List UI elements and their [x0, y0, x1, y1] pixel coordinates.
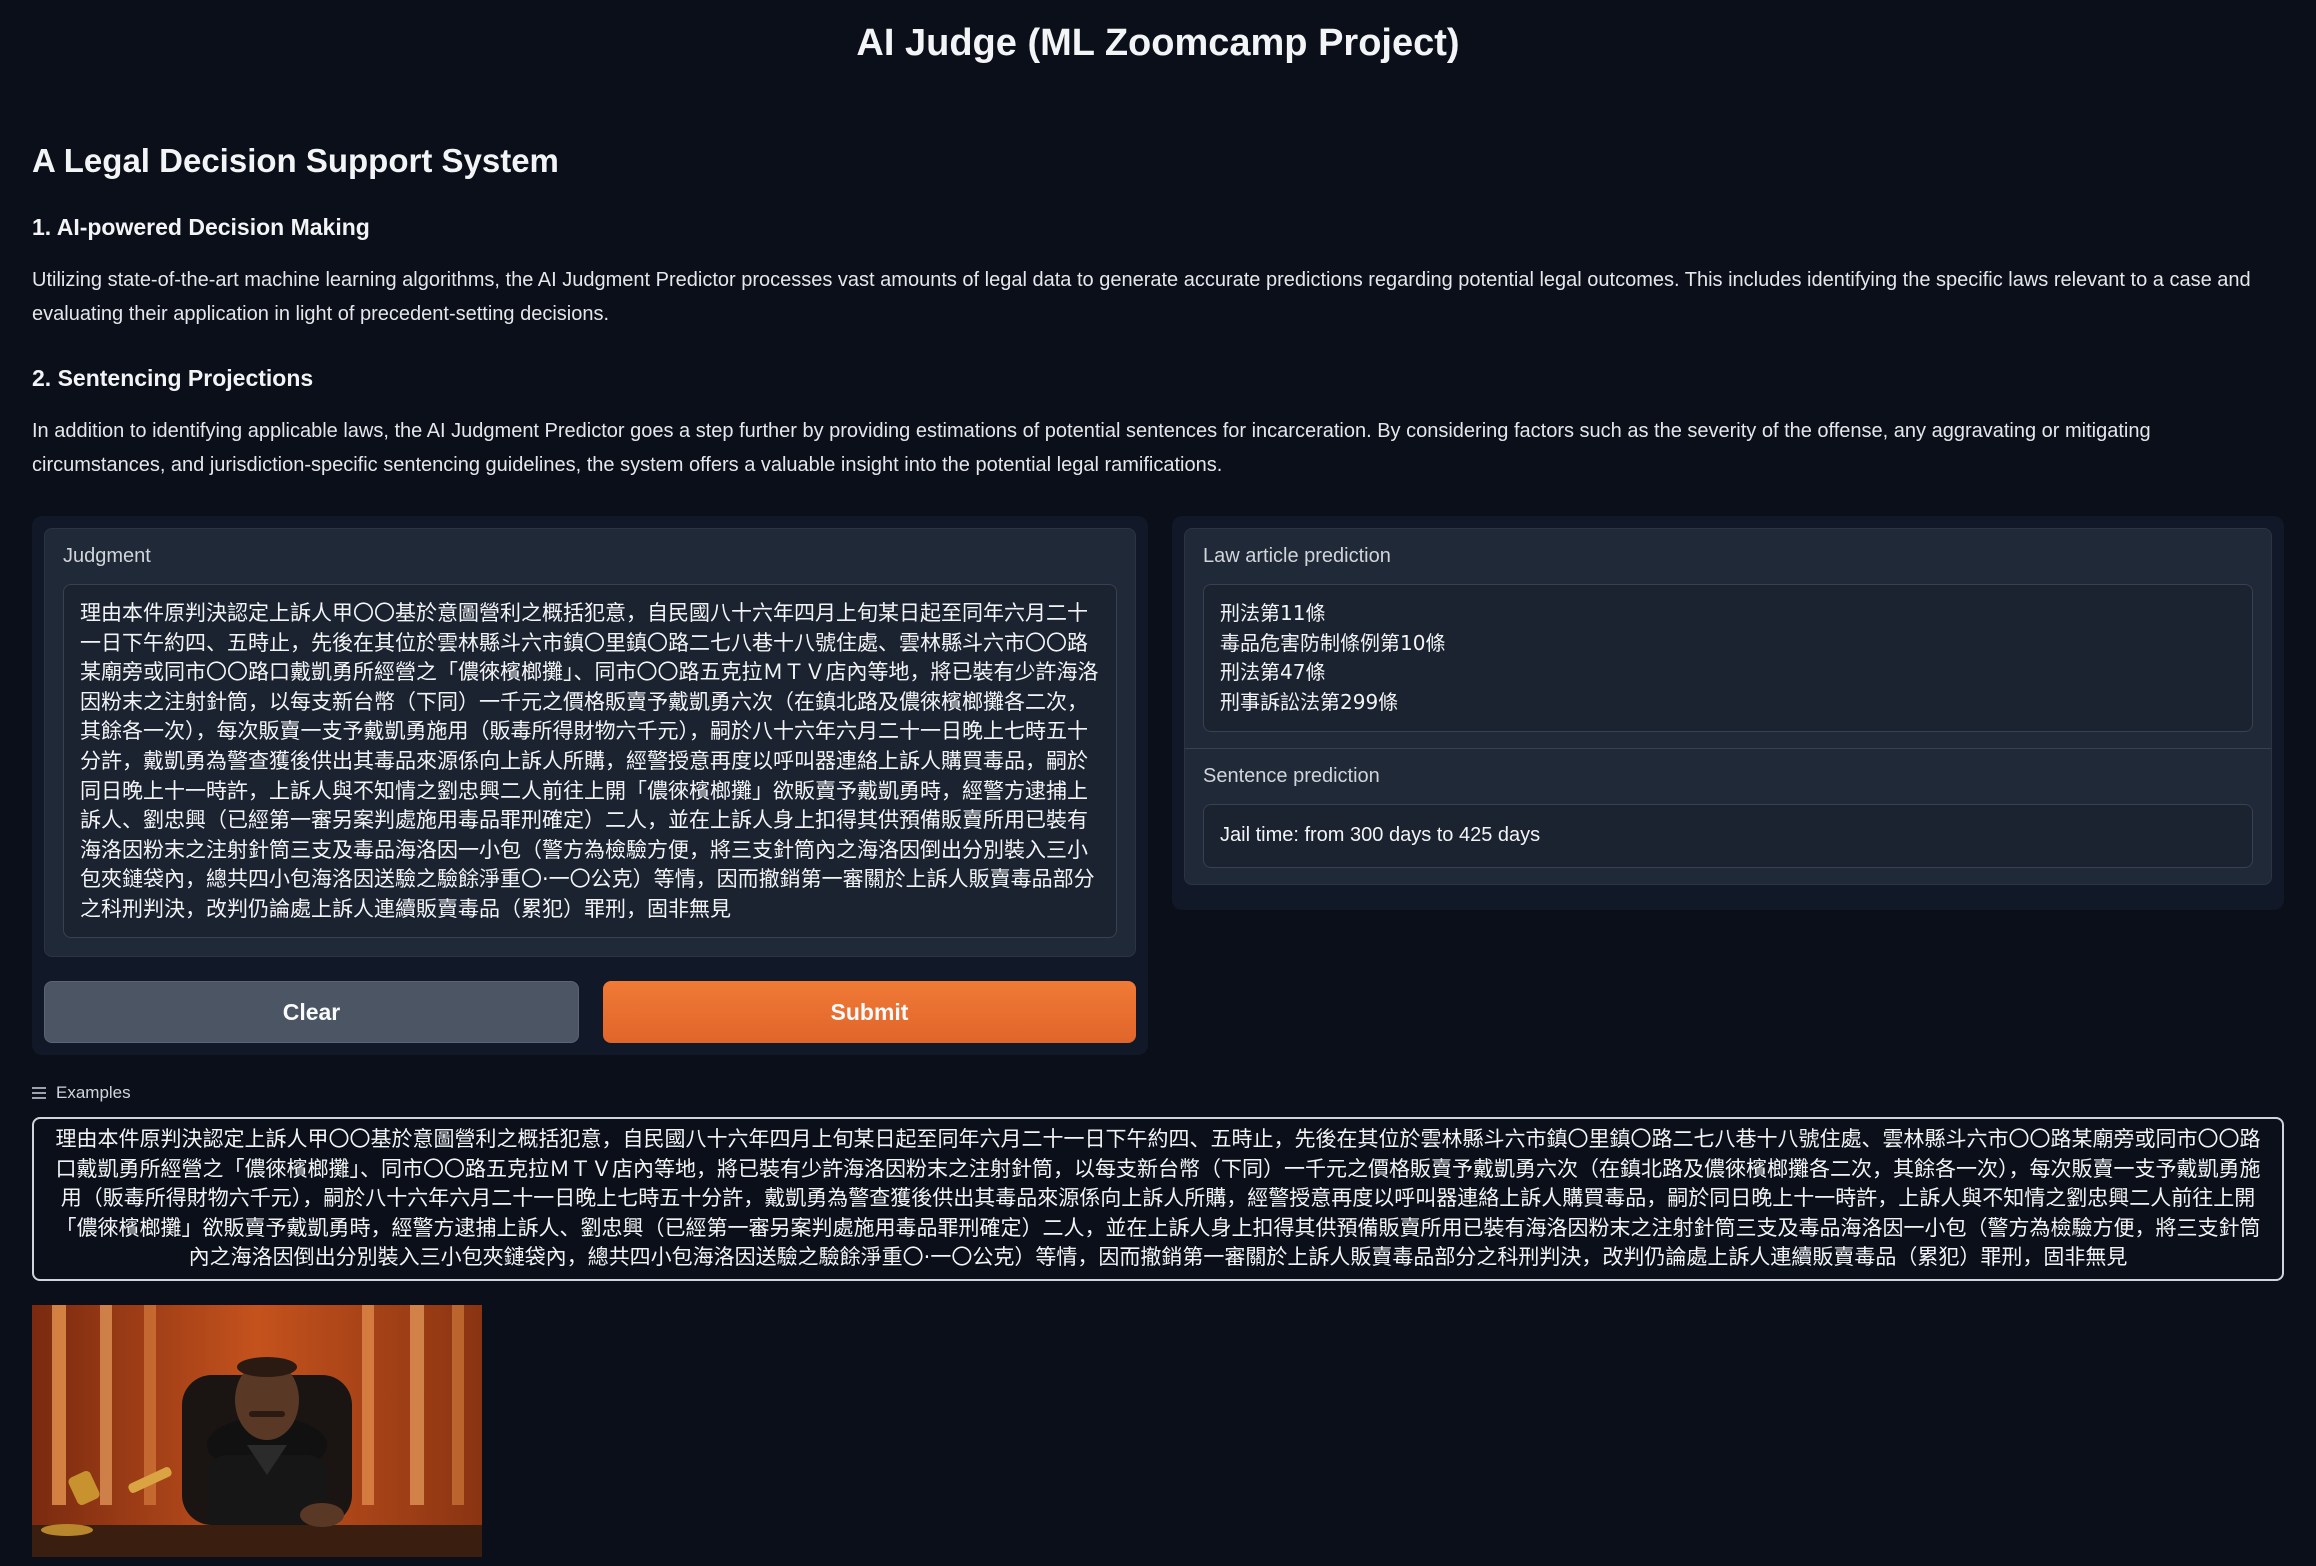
section-heading-sentencing: 2. Sentencing Projections [32, 365, 314, 391]
submit-button[interactable]: Submit [603, 981, 1136, 1043]
judgment-block: Judgment 理由本件原判決認定上訴人甲〇〇基於意圖營利之概括犯意，自民國八… [44, 528, 1136, 957]
sentence-prediction-output[interactable]: Jail time: from 300 days to 425 days [1203, 804, 2253, 868]
judge-image [32, 1304, 482, 1557]
law-line: 毒品危害防制條例第10條 [1220, 630, 1446, 655]
list-icon [32, 1086, 48, 1100]
input-panel: Judgment 理由本件原判決認定上訴人甲〇〇基於意圖營利之概括犯意，自民國八… [32, 516, 1148, 1055]
sentence-prediction-label: Sentence prediction [1203, 765, 1380, 787]
section-text-sentencing: In addition to identifying applicable la… [32, 420, 2151, 476]
judgment-textarea[interactable]: 理由本件原判決認定上訴人甲〇〇基於意圖營利之概括犯意，自民國八十六年四月上旬某日… [63, 584, 1117, 938]
law-prediction-output[interactable]: 刑法第11條 毒品危害防制條例第10條 刑法第47條 刑事訴訟法第299條 [1203, 584, 2253, 732]
judgment-label: Judgment [63, 545, 151, 567]
output-block: Law article prediction 刑法第11條 毒品危害防制條例第1… [1184, 528, 2272, 885]
law-line: 刑法第11條 [1220, 601, 1326, 625]
law-line: 刑事訴訟法第299條 [1220, 689, 1399, 714]
example-item[interactable]: 理由本件原判決認定上訴人甲〇〇基於意圖營利之概括犯意，自民國八十六年四月上旬某日… [32, 1117, 2284, 1281]
section-text-decision: Utilizing state-of-the-art machine learn… [32, 269, 2251, 325]
app-title: AI Judge (ML Zoomcamp Project) [856, 22, 1460, 64]
sentence-prediction-section: Sentence prediction Jail time: from 300 … [1185, 748, 2271, 884]
app-root: AI Judge (ML Zoomcamp Project) A Legal D… [0, 0, 2316, 1566]
main-row: Judgment 理由本件原判決認定上訴人甲〇〇基於意圖營利之概括犯意，自民國八… [32, 516, 2284, 1055]
section-heading-decision: 1. AI-powered Decision Making [32, 214, 370, 240]
law-line: 刑法第47條 [1220, 660, 1326, 685]
clear-button[interactable]: Clear [44, 981, 579, 1043]
examples-label: Examples [56, 1083, 131, 1102]
page-subtitle: A Legal Decision Support System [32, 142, 559, 179]
output-panel: Law article prediction 刑法第11條 毒品危害防制條例第1… [1172, 516, 2284, 910]
law-prediction-label: Law article prediction [1203, 545, 1391, 567]
law-prediction-section: Law article prediction 刑法第11條 毒品危害防制條例第1… [1185, 529, 2271, 748]
button-row: Clear Submit [44, 981, 1136, 1043]
judge-illustration [32, 1304, 482, 1557]
examples-header: Examples [32, 1083, 2284, 1103]
